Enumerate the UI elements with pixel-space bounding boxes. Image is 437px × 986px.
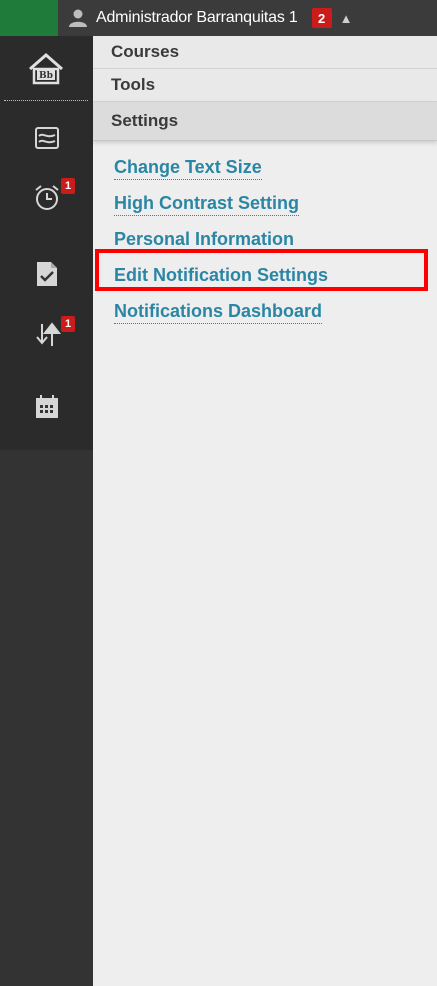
notification-badge[interactable]: 2	[311, 8, 332, 28]
top-bar: Administrador Barranquitas 1 2 ▲	[0, 0, 437, 36]
tab-tools[interactable]: Tools	[93, 69, 437, 102]
link-notifications-dashboard[interactable]: Notifications Dashboard	[114, 299, 323, 324]
user-icon	[68, 8, 88, 28]
rail-item-calendar[interactable]	[0, 381, 93, 437]
svg-text:Bb: Bb	[39, 71, 53, 81]
link-personal-information[interactable]: Personal Information	[114, 227, 295, 252]
link-edit-notification-settings[interactable]: Edit Notification Settings	[114, 263, 328, 288]
left-rail: Bb 1 1	[0, 36, 93, 986]
user-menu-button[interactable]: Administrador Barranquitas 1 2 ▲	[58, 0, 353, 36]
rail-item-home[interactable]: Bb	[4, 42, 88, 101]
arrows-up-down-icon	[33, 320, 61, 353]
stream-icon	[34, 126, 59, 154]
document-check-icon	[35, 260, 59, 293]
calendar-icon	[34, 394, 60, 425]
user-name: Administrador Barranquitas 1	[96, 9, 298, 26]
rail-item-grades[interactable]	[0, 248, 93, 304]
updates-badge: 1	[61, 316, 75, 332]
rail-item-due-dates[interactable]: 1	[0, 172, 93, 228]
alarm-clock-icon	[33, 184, 61, 217]
rail-item-stream[interactable]	[0, 112, 93, 168]
home-bb-icon: Bb	[26, 49, 66, 94]
link-change-text-size[interactable]: Change Text Size	[114, 155, 262, 180]
caret-up-icon[interactable]: ▲	[340, 11, 353, 26]
settings-links-list: Change Text Size High Contrast Setting P…	[93, 141, 437, 324]
rail-item-updates[interactable]: 1	[0, 308, 93, 364]
brand-strip	[0, 0, 58, 36]
link-high-contrast-setting[interactable]: High Contrast Setting	[114, 191, 299, 216]
tab-courses[interactable]: Courses	[93, 36, 437, 69]
main-panel: Courses Tools Settings Change Text Size …	[93, 36, 437, 986]
tab-settings[interactable]: Settings	[93, 102, 437, 141]
due-dates-badge: 1	[61, 178, 75, 194]
